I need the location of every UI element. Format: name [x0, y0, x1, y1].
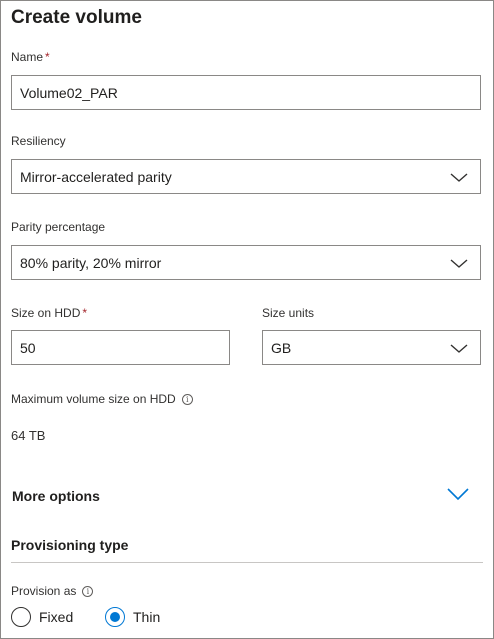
- radio-fixed-label: Fixed: [39, 609, 74, 625]
- size-units-selected-value: GB: [271, 339, 292, 356]
- radio-thin-circle[interactable]: [105, 607, 125, 627]
- name-input-value: Volume02_PAR: [20, 84, 118, 101]
- chevron-down-icon: [450, 172, 468, 182]
- panel-title: Create volume: [11, 7, 142, 28]
- parity-percentage-selected-value: 80% parity, 20% mirror: [20, 254, 162, 271]
- size-units-label: Size units: [262, 306, 315, 320]
- name-required-marker: *: [45, 50, 50, 64]
- parity-percentage-label: Parity percentage: [11, 220, 106, 234]
- size-on-hdd-label: Size on HDD *: [11, 306, 87, 320]
- size-on-hdd-label-text: Size on HDD: [11, 306, 81, 320]
- resiliency-dropdown[interactable]: Mirror-accelerated parity: [11, 159, 481, 194]
- resiliency-label: Resiliency: [11, 134, 66, 148]
- radio-thin[interactable]: Thin: [105, 607, 160, 627]
- radio-fixed-circle[interactable]: [11, 607, 31, 627]
- info-icon[interactable]: i: [181, 394, 193, 406]
- chevron-down-icon: [447, 488, 469, 501]
- provision-as-label-text: Provision as: [11, 584, 77, 598]
- size-on-hdd-input-value: 50: [20, 339, 36, 356]
- max-volume-size-value: 64 TB: [11, 428, 46, 443]
- radio-thin-label: Thin: [133, 609, 161, 625]
- resiliency-selected-value: Mirror-accelerated parity: [20, 168, 172, 185]
- provision-as-label: Provision as i: [11, 584, 94, 598]
- chevron-down-icon: [450, 258, 468, 268]
- parity-percentage-dropdown[interactable]: 80% parity, 20% mirror: [11, 245, 481, 280]
- size-on-hdd-input[interactable]: 50: [11, 330, 230, 365]
- radio-fixed[interactable]: Fixed: [11, 607, 73, 627]
- name-label-text: Name: [11, 50, 44, 64]
- size-on-hdd-required-marker: *: [82, 306, 88, 320]
- chevron-down-icon: [450, 343, 468, 353]
- more-options-toggle[interactable]: More options: [1, 477, 493, 513]
- name-input[interactable]: Volume02_PAR: [11, 75, 481, 110]
- max-volume-size-label: Maximum volume size on HDD i: [11, 392, 193, 406]
- size-units-dropdown[interactable]: GB: [262, 330, 481, 365]
- name-label: Name *: [11, 50, 50, 64]
- provisioning-type-heading: Provisioning type: [11, 537, 129, 553]
- max-volume-size-label-text: Maximum volume size on HDD: [11, 392, 176, 406]
- info-icon[interactable]: i: [82, 586, 94, 598]
- divider: [11, 562, 483, 563]
- more-options-label: More options: [12, 488, 100, 504]
- create-volume-panel: Create volume Name * Volume02_PAR Resilie…: [0, 0, 494, 639]
